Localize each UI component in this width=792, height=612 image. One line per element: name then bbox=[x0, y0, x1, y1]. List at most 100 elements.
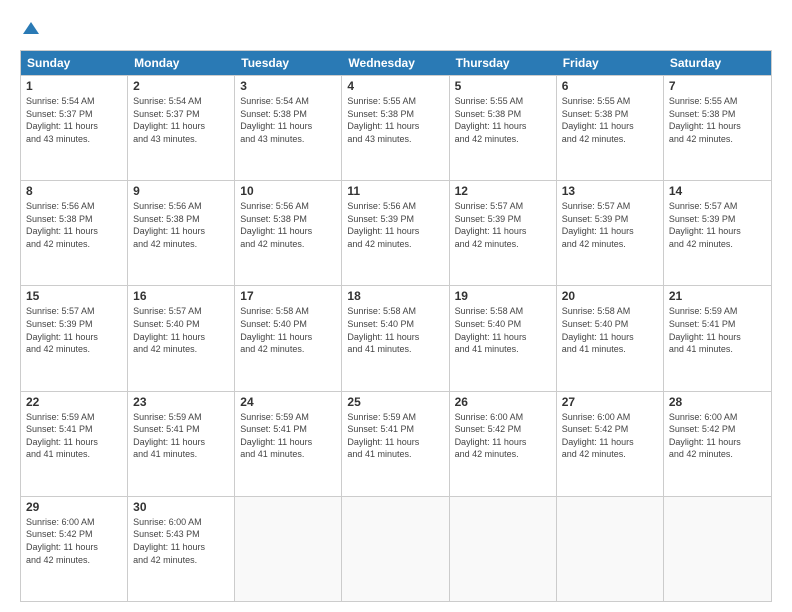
day-info: Sunrise: 5:55 AM Sunset: 5:38 PM Dayligh… bbox=[455, 95, 551, 145]
header-day-saturday: Saturday bbox=[664, 51, 771, 75]
day-info: Sunrise: 5:57 AM Sunset: 5:39 PM Dayligh… bbox=[669, 200, 766, 250]
calendar-cell-17: 17 Sunrise: 5:58 AM Sunset: 5:40 PM Dayli… bbox=[235, 286, 342, 390]
day-info: Sunrise: 5:56 AM Sunset: 5:38 PM Dayligh… bbox=[240, 200, 336, 250]
day-number: 30 bbox=[133, 500, 229, 514]
calendar: SundayMondayTuesdayWednesdayThursdayFrid… bbox=[20, 50, 772, 602]
day-info: Sunrise: 5:54 AM Sunset: 5:37 PM Dayligh… bbox=[133, 95, 229, 145]
day-info: Sunrise: 5:58 AM Sunset: 5:40 PM Dayligh… bbox=[240, 305, 336, 355]
calendar-cell-13: 13Sunrise: 5:57 AM Sunset: 5:39 PM Dayli… bbox=[557, 181, 664, 285]
day-info: Sunrise: 5:58 AM Sunset: 5:40 PM Dayligh… bbox=[347, 305, 443, 355]
header bbox=[20, 20, 772, 40]
calendar-cell-empty-4 bbox=[450, 497, 557, 601]
logo bbox=[20, 20, 42, 40]
page: SundayMondayTuesdayWednesdayThursdayFrid… bbox=[0, 0, 792, 612]
calendar-row-5: 29 Sunrise: 6:00 AM Sunset: 5:42 PM Dayli… bbox=[21, 496, 771, 601]
day-number: 6 bbox=[562, 79, 658, 93]
day-number: 22 bbox=[26, 395, 122, 409]
day-number: 5 bbox=[455, 79, 551, 93]
day-number: 27 bbox=[562, 395, 658, 409]
calendar-cell-19: 19 Sunrise: 5:58 AM Sunset: 5:40 PM Dayli… bbox=[450, 286, 557, 390]
day-info: Sunrise: 5:59 AM Sunset: 5:41 PM Dayligh… bbox=[26, 411, 122, 461]
day-number: 17 bbox=[240, 289, 336, 303]
day-number: 3 bbox=[240, 79, 336, 93]
day-number: 9 bbox=[133, 184, 229, 198]
day-info: Sunrise: 5:59 AM Sunset: 5:41 PM Dayligh… bbox=[669, 305, 766, 355]
calendar-cell-11: 11Sunrise: 5:56 AM Sunset: 5:39 PM Dayli… bbox=[342, 181, 449, 285]
day-info: Sunrise: 6:00 AM Sunset: 5:43 PM Dayligh… bbox=[133, 516, 229, 566]
day-number: 14 bbox=[669, 184, 766, 198]
day-number: 18 bbox=[347, 289, 443, 303]
day-info: Sunrise: 6:00 AM Sunset: 5:42 PM Dayligh… bbox=[669, 411, 766, 461]
header-day-thursday: Thursday bbox=[450, 51, 557, 75]
day-number: 28 bbox=[669, 395, 766, 409]
calendar-cell-empty-2 bbox=[235, 497, 342, 601]
logo-icon bbox=[21, 20, 41, 40]
calendar-cell-12: 12 Sunrise: 5:57 AM Sunset: 5:39 PM Dayli… bbox=[450, 181, 557, 285]
day-number: 29 bbox=[26, 500, 122, 514]
day-number: 12 bbox=[455, 184, 551, 198]
day-info: Sunrise: 5:56 AM Sunset: 5:38 PM Dayligh… bbox=[133, 200, 229, 250]
day-info: Sunrise: 5:59 AM Sunset: 5:41 PM Dayligh… bbox=[133, 411, 229, 461]
logo-text bbox=[20, 20, 42, 40]
calendar-row-2: 8 Sunrise: 5:56 AM Sunset: 5:38 PM Daylig… bbox=[21, 180, 771, 285]
calendar-cell-28: 28 Sunrise: 6:00 AM Sunset: 5:42 PM Dayli… bbox=[664, 392, 771, 496]
day-info: Sunrise: 5:58 AM Sunset: 5:40 PM Dayligh… bbox=[562, 305, 658, 355]
day-number: 25 bbox=[347, 395, 443, 409]
calendar-cell-30: 30 Sunrise: 6:00 AM Sunset: 5:43 PM Dayli… bbox=[128, 497, 235, 601]
day-info: Sunrise: 5:57 AM Sunset: 5:39 PM Dayligh… bbox=[455, 200, 551, 250]
day-info: Sunrise: 5:55 AM Sunset: 5:38 PM Dayligh… bbox=[347, 95, 443, 145]
day-info: Sunrise: 6:00 AM Sunset: 5:42 PM Dayligh… bbox=[455, 411, 551, 461]
day-number: 26 bbox=[455, 395, 551, 409]
calendar-cell-7: 7 Sunrise: 5:55 AM Sunset: 5:38 PM Daylig… bbox=[664, 76, 771, 180]
day-number: 11 bbox=[347, 184, 443, 198]
day-number: 15 bbox=[26, 289, 122, 303]
calendar-cell-20: 20Sunrise: 5:58 AM Sunset: 5:40 PM Dayli… bbox=[557, 286, 664, 390]
calendar-cell-24: 24 Sunrise: 5:59 AM Sunset: 5:41 PM Dayli… bbox=[235, 392, 342, 496]
calendar-cell-3: 3Sunrise: 5:54 AM Sunset: 5:38 PM Daylig… bbox=[235, 76, 342, 180]
calendar-cell-25: 25Sunrise: 5:59 AM Sunset: 5:41 PM Dayli… bbox=[342, 392, 449, 496]
calendar-cell-10: 10Sunrise: 5:56 AM Sunset: 5:38 PM Dayli… bbox=[235, 181, 342, 285]
calendar-cell-23: 23 Sunrise: 5:59 AM Sunset: 5:41 PM Dayli… bbox=[128, 392, 235, 496]
day-number: 1 bbox=[26, 79, 122, 93]
day-number: 8 bbox=[26, 184, 122, 198]
calendar-cell-8: 8 Sunrise: 5:56 AM Sunset: 5:38 PM Daylig… bbox=[21, 181, 128, 285]
calendar-cell-21: 21 Sunrise: 5:59 AM Sunset: 5:41 PM Dayli… bbox=[664, 286, 771, 390]
calendar-cell-29: 29 Sunrise: 6:00 AM Sunset: 5:42 PM Dayli… bbox=[21, 497, 128, 601]
calendar-row-3: 15 Sunrise: 5:57 AM Sunset: 5:39 PM Dayli… bbox=[21, 285, 771, 390]
day-info: Sunrise: 5:55 AM Sunset: 5:38 PM Dayligh… bbox=[669, 95, 766, 145]
day-number: 21 bbox=[669, 289, 766, 303]
day-number: 23 bbox=[133, 395, 229, 409]
day-number: 16 bbox=[133, 289, 229, 303]
calendar-cell-4: 4Sunrise: 5:55 AM Sunset: 5:38 PM Daylig… bbox=[342, 76, 449, 180]
day-info: Sunrise: 5:58 AM Sunset: 5:40 PM Dayligh… bbox=[455, 305, 551, 355]
calendar-cell-6: 6 Sunrise: 5:55 AM Sunset: 5:38 PM Daylig… bbox=[557, 76, 664, 180]
day-number: 13 bbox=[562, 184, 658, 198]
calendar-cell-22: 22 Sunrise: 5:59 AM Sunset: 5:41 PM Dayli… bbox=[21, 392, 128, 496]
day-info: Sunrise: 5:55 AM Sunset: 5:38 PM Dayligh… bbox=[562, 95, 658, 145]
day-info: Sunrise: 5:59 AM Sunset: 5:41 PM Dayligh… bbox=[240, 411, 336, 461]
day-number: 7 bbox=[669, 79, 766, 93]
day-info: Sunrise: 6:00 AM Sunset: 5:42 PM Dayligh… bbox=[562, 411, 658, 461]
calendar-cell-empty-5 bbox=[557, 497, 664, 601]
header-day-tuesday: Tuesday bbox=[235, 51, 342, 75]
calendar-cell-empty-3 bbox=[342, 497, 449, 601]
calendar-cell-15: 15 Sunrise: 5:57 AM Sunset: 5:39 PM Dayli… bbox=[21, 286, 128, 390]
calendar-cell-5: 5 Sunrise: 5:55 AM Sunset: 5:38 PM Daylig… bbox=[450, 76, 557, 180]
day-number: 24 bbox=[240, 395, 336, 409]
day-info: Sunrise: 6:00 AM Sunset: 5:42 PM Dayligh… bbox=[26, 516, 122, 566]
calendar-cell-14: 14 Sunrise: 5:57 AM Sunset: 5:39 PM Dayli… bbox=[664, 181, 771, 285]
day-number: 2 bbox=[133, 79, 229, 93]
day-number: 19 bbox=[455, 289, 551, 303]
calendar-cell-27: 27 Sunrise: 6:00 AM Sunset: 5:42 PM Dayli… bbox=[557, 392, 664, 496]
calendar-cell-9: 9 Sunrise: 5:56 AM Sunset: 5:38 PM Daylig… bbox=[128, 181, 235, 285]
calendar-cell-16: 16Sunrise: 5:57 AM Sunset: 5:40 PM Dayli… bbox=[128, 286, 235, 390]
header-day-friday: Friday bbox=[557, 51, 664, 75]
header-day-wednesday: Wednesday bbox=[342, 51, 449, 75]
day-info: Sunrise: 5:56 AM Sunset: 5:38 PM Dayligh… bbox=[26, 200, 122, 250]
day-info: Sunrise: 5:57 AM Sunset: 5:39 PM Dayligh… bbox=[26, 305, 122, 355]
calendar-row-1: 1 Sunrise: 5:54 AM Sunset: 5:37 PM Daylig… bbox=[21, 75, 771, 180]
calendar-cell-26: 26 Sunrise: 6:00 AM Sunset: 5:42 PM Dayli… bbox=[450, 392, 557, 496]
calendar-body: 1 Sunrise: 5:54 AM Sunset: 5:37 PM Daylig… bbox=[21, 75, 771, 601]
calendar-cell-2: 2 Sunrise: 5:54 AM Sunset: 5:37 PM Daylig… bbox=[128, 76, 235, 180]
calendar-cell-empty-6 bbox=[664, 497, 771, 601]
